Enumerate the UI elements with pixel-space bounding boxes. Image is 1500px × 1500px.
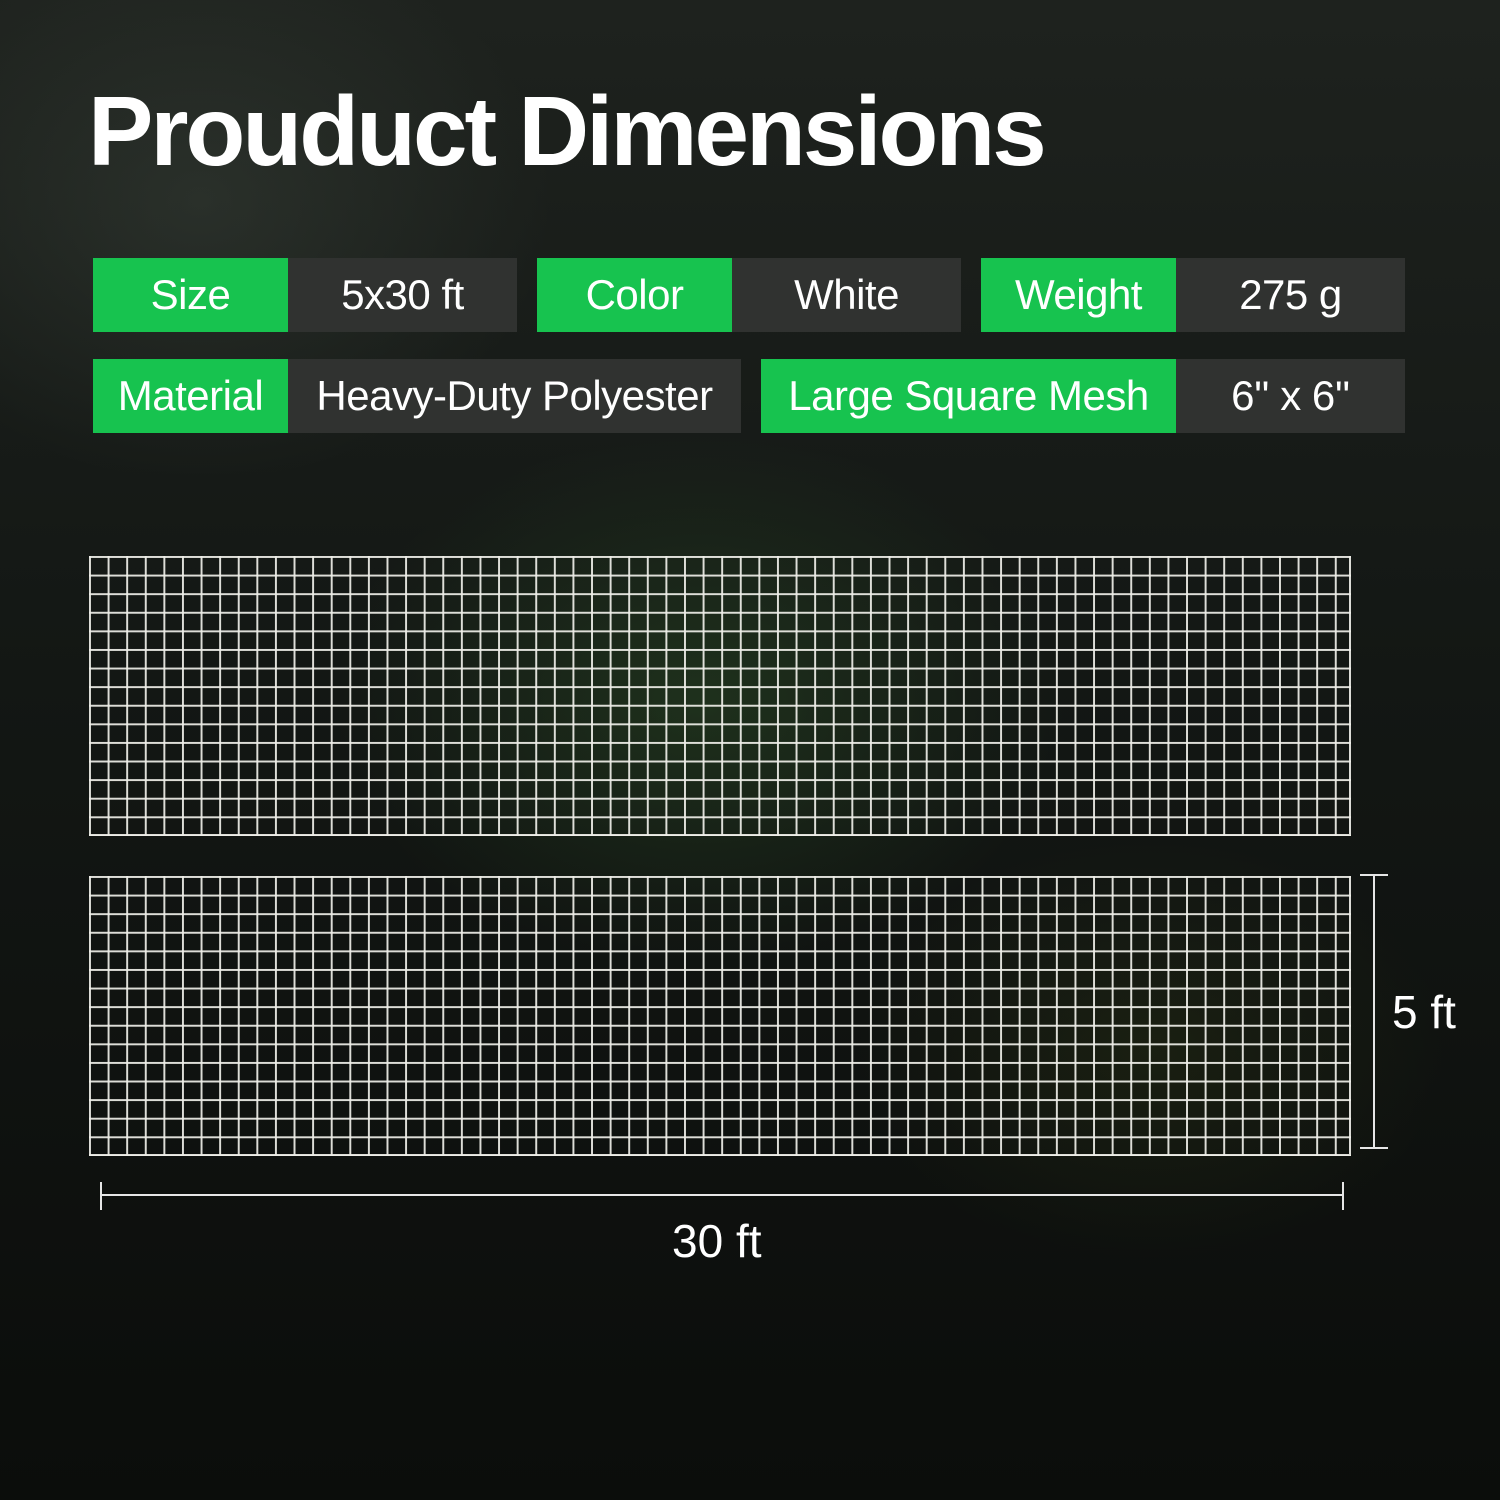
spec-mesh-label: Large Square Mesh <box>761 359 1176 433</box>
spec-mesh: Large Square Mesh 6'' x 6'' <box>761 359 1405 433</box>
spec-mesh-value: 6'' x 6'' <box>1176 359 1405 433</box>
width-dimension-line <box>100 1182 1344 1210</box>
spec-size-value: 5x30 ft <box>288 258 517 332</box>
spec-color-label: Color <box>537 258 732 332</box>
page-title: Prouduct Dimensions <box>88 76 1047 186</box>
spec-weight-label: Weight <box>981 258 1176 332</box>
spec-weight-value: 275 g <box>1176 258 1405 332</box>
spec-material-value: Heavy-Duty Polyester <box>288 359 741 433</box>
spec-color: Color White <box>537 258 961 332</box>
spec-material-label: Material <box>93 359 288 433</box>
height-dimension-line <box>1360 874 1388 1149</box>
spec-weight: Weight 275 g <box>981 258 1405 332</box>
spec-color-value: White <box>732 258 961 332</box>
spec-size: Size 5x30 ft <box>93 258 517 332</box>
width-dimension-label: 30 ft <box>672 1215 762 1267</box>
spec-material: Material Heavy-Duty Polyester <box>93 359 741 433</box>
spec-size-label: Size <box>93 258 288 332</box>
net-panel-bottom <box>89 876 1351 1156</box>
net-panel-top <box>89 556 1351 836</box>
height-dimension-label: 5 ft <box>1392 986 1456 1038</box>
